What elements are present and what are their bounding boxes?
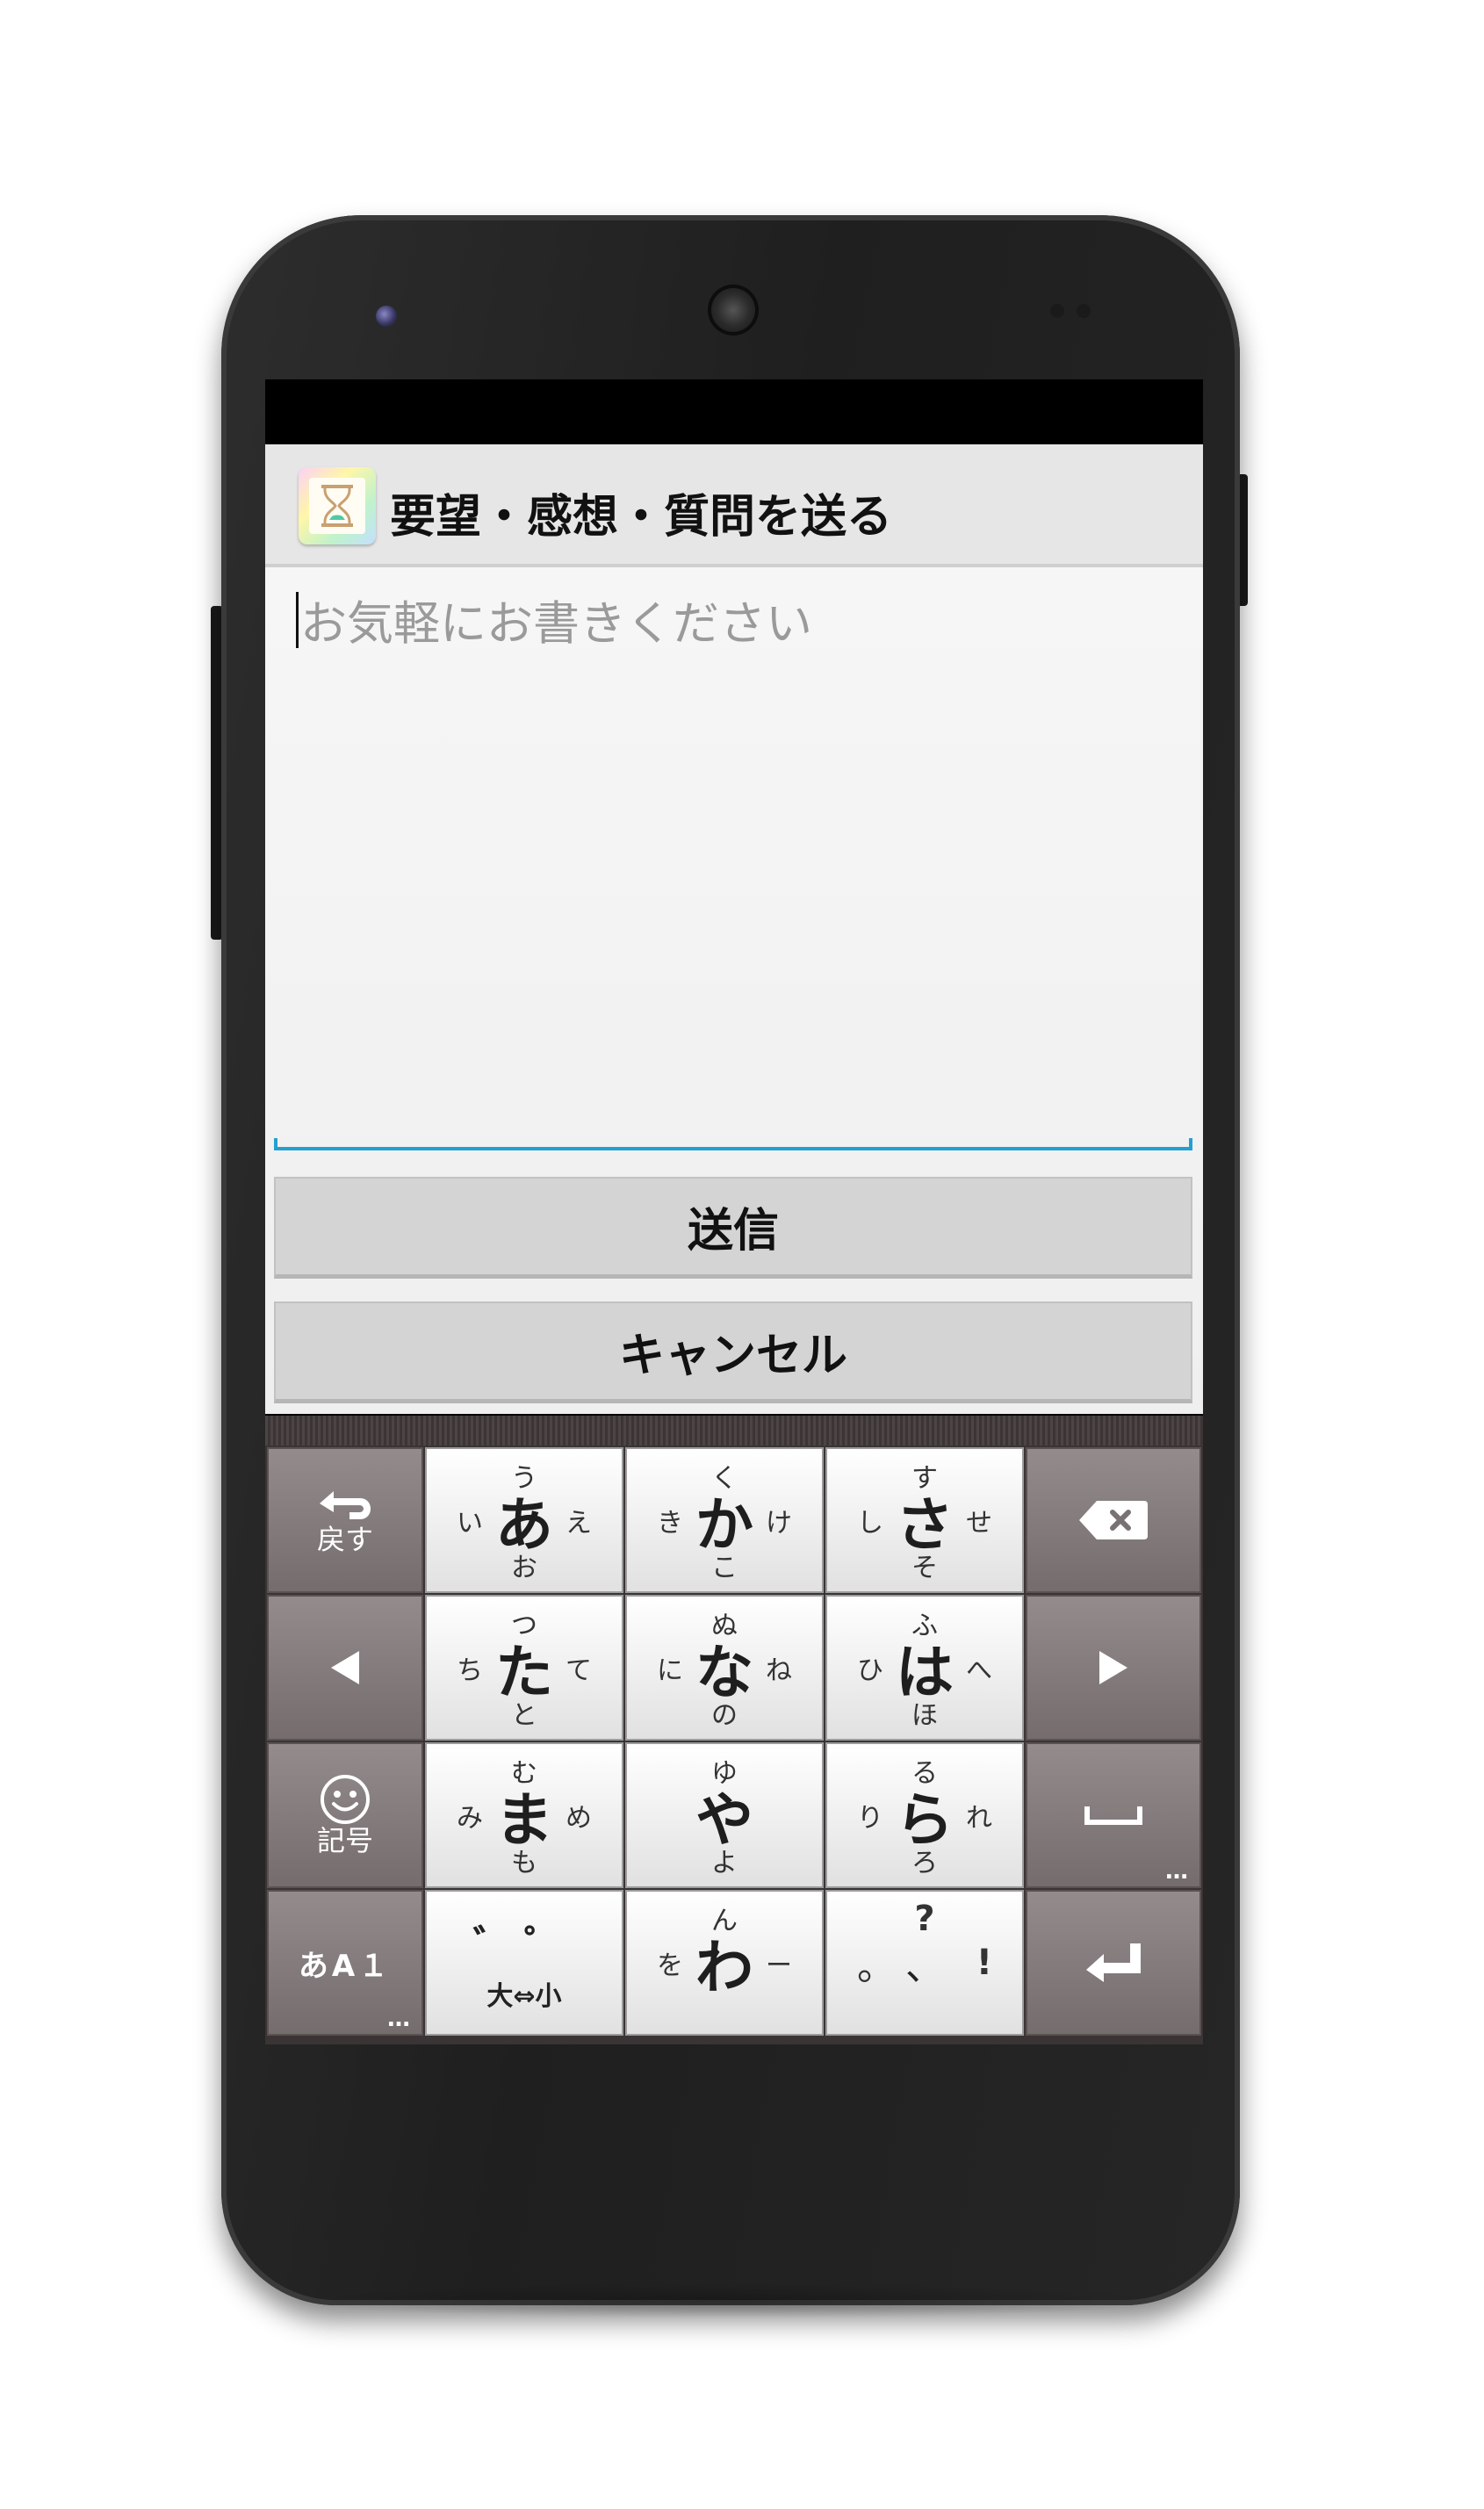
symbol-label: 記号 <box>316 1824 373 1858</box>
undo-key[interactable]: 戻す <box>267 1447 423 1593</box>
light-sensor <box>1077 304 1091 318</box>
flick-label: え <box>566 1508 592 1539</box>
text-cursor <box>296 592 299 648</box>
flick-label: つ <box>511 1611 537 1641</box>
flick-label: ね <box>766 1655 792 1686</box>
message-placeholder: お気軽にお書きください <box>300 597 812 651</box>
undo-label: 戻す <box>316 1523 373 1557</box>
flick-label: け <box>766 1508 792 1539</box>
flick-label: お <box>511 1553 537 1583</box>
flick-label: ほ <box>911 1700 938 1731</box>
flick-label: ろ <box>911 1848 938 1878</box>
flick-label: よ <box>711 1848 738 1878</box>
backspace-icon <box>1079 1501 1148 1539</box>
flick-label: と <box>511 1700 537 1731</box>
flick-label: う <box>511 1463 537 1494</box>
flick-label: し <box>857 1508 883 1539</box>
flick-label: そ <box>911 1553 938 1583</box>
flick-label: ! <box>976 1943 992 1983</box>
keyboard: 戻す う い あ え お く き か け こ す し さ せ そ つ ち た て… <box>265 1446 1203 2044</box>
send-button[interactable]: 送信 <box>274 1177 1192 1279</box>
front-camera <box>376 306 397 327</box>
more-indicator: … <box>387 2006 411 2032</box>
flick-label: へ <box>966 1655 992 1686</box>
cursor-left-key[interactable] <box>267 1595 423 1741</box>
size-toggle-label: 大⇔小 <box>486 1981 562 2012</box>
cancel-button[interactable]: キャンセル <box>274 1301 1192 1403</box>
earpiece-speaker <box>708 285 759 335</box>
flick-label: ぬ <box>711 1611 738 1641</box>
phone-shadow <box>281 2283 1177 2318</box>
arrow-right-icon <box>1099 1651 1127 1684</box>
flick-label: を <box>657 1950 683 1981</box>
keyboard-top-bar <box>265 1416 1203 1446</box>
flick-label: ち <box>457 1655 483 1686</box>
symbol-key[interactable]: 記号 <box>267 1742 423 1888</box>
undo-icon <box>320 1491 371 1520</box>
dakuten-key[interactable]: ゛゜ 大⇔小 <box>425 1890 623 2036</box>
flick-label: き <box>657 1508 683 1539</box>
flick-label: せ <box>966 1508 992 1539</box>
key-ra[interactable]: る り ら れ ろ <box>825 1742 1024 1888</box>
flick-label: ー <box>766 1950 792 1981</box>
flick-label: れ <box>966 1803 992 1834</box>
flick-label: ? <box>914 1899 935 1939</box>
input-underline <box>274 1138 1192 1150</box>
key-label: 、 <box>905 1944 944 1989</box>
dakuten-label: ゛゜ <box>473 1922 575 1967</box>
flick-label: る <box>911 1758 938 1789</box>
key-sa[interactable]: す し さ せ そ <box>825 1447 1024 1593</box>
flick-label: め <box>566 1803 592 1834</box>
flick-label: こ <box>711 1553 738 1583</box>
enter-key[interactable] <box>1026 1890 1201 2036</box>
flick-label: い <box>457 1508 483 1539</box>
flick-label: り <box>857 1803 883 1834</box>
key-ya[interactable]: ゆ や よ <box>625 1742 824 1888</box>
page-title: 要望・感想・質問を送る <box>390 491 893 544</box>
flick-label: す <box>911 1463 938 1494</box>
arrow-left-icon <box>331 1651 359 1684</box>
key-na[interactable]: ぬ に な ね の <box>625 1595 824 1741</box>
flick-label: に <box>657 1655 683 1686</box>
space-key[interactable]: … <box>1026 1742 1201 1888</box>
flick-label: ひ <box>857 1655 883 1686</box>
flick-label: む <box>511 1758 537 1789</box>
input-mode-label: あA１ <box>298 1948 393 1984</box>
key-ka[interactable]: く き か け こ <box>625 1447 824 1593</box>
flick-label: ふ <box>911 1611 938 1641</box>
flick-label: み <box>457 1803 483 1834</box>
input-mode-key[interactable]: あA１ … <box>267 1890 423 2036</box>
smiley-icon <box>320 1775 370 1825</box>
punctuation-key[interactable]: ? 。 、 ! <box>825 1890 1024 2036</box>
flick-label: 。 <box>857 1944 896 1989</box>
key-a[interactable]: う い あ え お <box>425 1447 623 1593</box>
flick-label: て <box>566 1655 592 1686</box>
space-icon <box>1084 1806 1142 1825</box>
key-wa[interactable]: ん を わ ー <box>625 1890 824 2036</box>
flick-label: も <box>511 1848 537 1878</box>
message-input[interactable]: お気軽にお書きください <box>274 571 1192 1150</box>
proximity-sensor <box>1050 304 1064 318</box>
action-bar: 要望・感想・質問を送る <box>265 444 1203 567</box>
flick-label: く <box>711 1463 738 1494</box>
flick-label: ゆ <box>711 1758 738 1789</box>
more-indicator: … <box>1165 1858 1189 1885</box>
key-ta[interactable]: つ ち た て と <box>425 1595 623 1741</box>
flick-label: ん <box>711 1906 738 1936</box>
cursor-right-key[interactable] <box>1026 1595 1201 1741</box>
key-ha[interactable]: ふ ひ は へ ほ <box>825 1595 1024 1741</box>
backspace-key[interactable] <box>1026 1447 1201 1593</box>
hourglass-icon <box>299 467 376 544</box>
enter-icon <box>1086 1943 1141 1982</box>
flick-label: の <box>711 1700 738 1731</box>
key-ma[interactable]: む み ま め も <box>425 1742 623 1888</box>
